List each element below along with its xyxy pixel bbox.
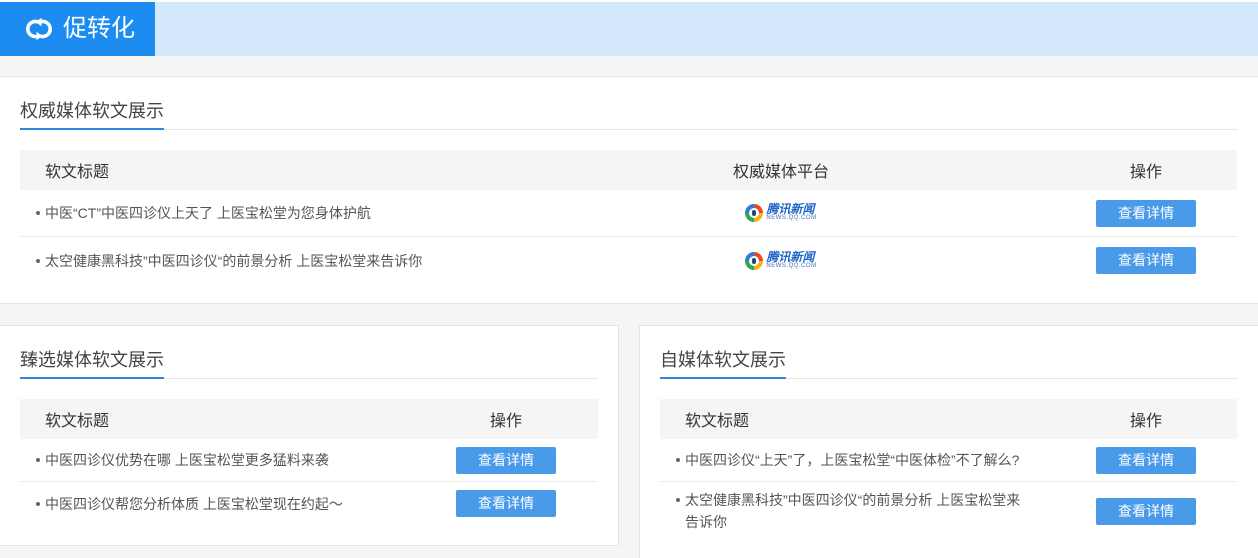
bullet-dot (36, 211, 40, 215)
section-title: 权威媒体软文展示 (20, 96, 164, 130)
bullet-dot (36, 258, 40, 263)
article-title-cell: 太空健康黑科技”中医四诊仪“的前景分析 上医宝松堂来告诉你 (660, 489, 1055, 533)
tencent-news-wordmark: 腾讯新闻 NEWS.QQ.COM (766, 202, 817, 222)
platform-cell: 腾讯新闻 NEWS.QQ.COM (600, 249, 962, 270)
column-header-title: 软文标题 (685, 413, 750, 430)
platform-domain: NEWS.QQ.COM (766, 215, 817, 221)
action-cell: 查看详情 (1055, 497, 1237, 525)
section-header: 权威媒体软文展示 (20, 97, 1238, 130)
column-header-platform: 权威媒体平台 (732, 164, 829, 181)
column-header-title: 软文标题 (45, 413, 110, 430)
column-header-title: 软文标题 (45, 164, 110, 181)
tencent-news-logo: 腾讯新闻 NEWS.QQ.COM (745, 249, 817, 270)
section-title: 自媒体软文展示 (660, 345, 786, 379)
article-title: 中医四诊仪优势在哪 上医宝松堂更多猛料来袭 (45, 452, 329, 468)
article-table: 软文标题 操作 中医四诊仪“上天”了，上医宝松堂“中医体检”不了解么? 查看详情… (660, 399, 1237, 540)
action-cell: 查看详情 (414, 446, 598, 474)
platform-domain: NEWS.QQ.COM (766, 262, 817, 269)
table-row: 中医四诊仪帮您分析体质 上医宝松堂现在约起～ 查看详情 (20, 482, 598, 525)
article-title-cell: 中医四诊仪优势在哪 上医宝松堂更多猛料来袭 (20, 449, 414, 471)
article-title-cell: 太空健康黑科技”中医四诊仪“的前景分析 上医宝松堂来告诉你 (20, 250, 600, 272)
article-title: 太空健康黑科技”中医四诊仪“的前景分析 上医宝松堂来告诉你 (45, 252, 423, 269)
bullet-dot (676, 458, 680, 462)
bullet-dot (36, 458, 40, 462)
brand-title: 促转化 (63, 15, 135, 42)
top-header: 促转化 (0, 2, 1258, 56)
platform-name: 腾讯新闻 (766, 202, 815, 216)
view-details-button[interactable]: 查看详情 (1096, 247, 1196, 274)
action-cell: 查看详情 (1055, 446, 1237, 474)
table-row: 中医四诊仪“上天”了，上医宝松堂“中医体检”不了解么? 查看详情 (660, 439, 1237, 482)
table-row: 中医“CT”中医四诊仪上天了 上医宝松堂为您身体护航 腾讯新闻 NEWS.QQ.… (20, 190, 1237, 237)
section-header: 臻选媒体软文展示 (20, 346, 598, 379)
table-header-row: 软文标题 操作 (20, 399, 598, 439)
self-media-panel: 自媒体软文展示 软文标题 操作 中医四诊仪“上天”了，上医宝松堂“中医体检”不了… (639, 325, 1258, 558)
view-details-button[interactable]: 查看详情 (1096, 199, 1196, 227)
article-table: 软文标题 权威媒体平台 操作 中医“CT”中医四诊仪上天了 上医宝松堂为您身体护… (20, 150, 1237, 284)
view-details-button[interactable]: 查看详情 (456, 446, 556, 474)
action-cell: 查看详情 (1055, 199, 1237, 227)
article-title: 中医四诊仪“上天”了，上医宝松堂“中医体检”不了解么? (685, 452, 1020, 468)
view-details-button[interactable]: 查看详情 (456, 490, 556, 517)
article-title: 中医四诊仪帮您分析体质 上医宝松堂现在约起～ (45, 495, 343, 512)
table-row: 太空健康黑科技”中医四诊仪“的前景分析 上医宝松堂来告诉你 查看详情 (660, 482, 1237, 540)
action-cell: 查看详情 (414, 490, 598, 517)
selected-media-panel: 臻选媒体软文展示 软文标题 操作 中医四诊仪优势在哪 上医宝松堂更多猛料来袭 查… (0, 325, 619, 546)
bullet-dot (676, 498, 680, 502)
view-details-button[interactable]: 查看详情 (1096, 497, 1196, 525)
article-title-cell: 中医四诊仪帮您分析体质 上医宝松堂现在约起～ (20, 493, 414, 515)
article-title-cell: 中医“CT”中医四诊仪上天了 上医宝松堂为您身体护航 (20, 202, 600, 224)
authority-media-panel: 权威媒体软文展示 软文标题 权威媒体平台 操作 中医“CT”中医四诊仪上天了 上… (0, 76, 1258, 304)
tencent-news-icon (745, 204, 764, 222)
table-row: 中医四诊仪优势在哪 上医宝松堂更多猛料来袭 查看详情 (20, 439, 598, 482)
cycle-arrows-icon (26, 17, 52, 41)
tencent-news-logo: 腾讯新闻 NEWS.QQ.COM (745, 202, 817, 222)
platform-cell: 腾讯新闻 NEWS.QQ.COM (600, 202, 962, 222)
column-header-action: 操作 (1129, 164, 1162, 181)
article-title-cell: 中医四诊仪“上天”了，上医宝松堂“中医体检”不了解么? (660, 449, 1055, 471)
section-title: 臻选媒体软文展示 (20, 345, 164, 379)
article-table: 软文标题 操作 中医四诊仪优势在哪 上医宝松堂更多猛料来袭 查看详情 中医四诊仪… (20, 399, 598, 525)
brand-tab[interactable]: 促转化 (0, 2, 155, 56)
table-header-row: 软文标题 操作 (660, 399, 1237, 439)
article-title: 中医“CT”中医四诊仪上天了 上医宝松堂为您身体护航 (45, 205, 371, 221)
tencent-news-wordmark: 腾讯新闻 NEWS.QQ.COM (766, 249, 817, 270)
article-title: 太空健康黑科技”中医四诊仪“的前景分析 上医宝松堂来告诉你 (685, 492, 1021, 530)
view-details-button[interactable]: 查看详情 (1096, 446, 1196, 474)
platform-name: 腾讯新闻 (766, 249, 815, 264)
section-header: 自媒体软文展示 (660, 346, 1238, 379)
table-header-row: 软文标题 权威媒体平台 操作 (20, 150, 1237, 190)
column-header-action: 操作 (1129, 413, 1162, 430)
bullet-dot (36, 501, 40, 506)
action-cell: 查看详情 (1055, 247, 1237, 274)
tencent-news-icon (745, 251, 764, 270)
table-row: 太空健康黑科技”中医四诊仪“的前景分析 上医宝松堂来告诉你 腾讯新闻 NEWS.… (20, 237, 1237, 284)
column-header-action: 操作 (489, 413, 522, 430)
